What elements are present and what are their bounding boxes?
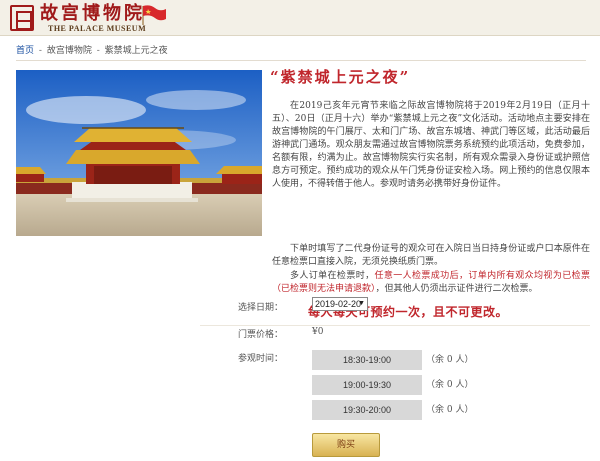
paragraph-text: ，但其他人仍须出示证件进行二次检票。: [375, 284, 538, 294]
flag-icon: [142, 5, 166, 25]
site-header: 故宫博物院 THE PALACE MUSEUM: [0, 0, 600, 36]
time-slot-remaining: （余 0 人）: [426, 380, 474, 390]
article-title: “紫禁城上元之夜”: [270, 68, 411, 86]
paragraph-text: 多人订单在检票时，: [290, 271, 375, 281]
date-label: 选择日期：: [238, 303, 284, 313]
date-select[interactable]: 2019-02-20 ▼: [312, 297, 368, 311]
time-slot: 18:30-19:00 （余 0 人）: [312, 350, 498, 370]
site-logo-subtitle: THE PALACE MUSEUM: [48, 24, 147, 33]
breadcrumb-separator: -: [96, 46, 100, 56]
price-value: ¥0: [312, 327, 324, 337]
breadcrumb-home-link[interactable]: 首页: [16, 46, 34, 56]
breadcrumb: 首页 - 故宫博物院 - 紫禁城上元之夜: [16, 45, 168, 57]
palace-logo-icon[interactable]: [10, 5, 34, 31]
article-paragraph: 在2019己亥年元宵节来临之际故宫博物院将于2019年2月19日（正月十五）、2…: [272, 101, 590, 189]
article-paragraph: 下单时填写了二代身份证号的观众可在入院日当日持身份证或户口本原件在任意检票口直接…: [272, 244, 590, 267]
breadcrumb-item-current: 紫禁城上元之夜: [104, 46, 168, 56]
time-slot-remaining: （余 0 人）: [426, 405, 474, 415]
site-logo-text[interactable]: 故宫博物院: [40, 4, 145, 24]
time-slot-remaining: （余 0 人）: [426, 355, 474, 365]
time-slot: 19:30-20:00 （余 0 人）: [312, 400, 498, 420]
palace-photo: [16, 70, 262, 236]
section-divider: [200, 325, 590, 326]
time-slot-button[interactable]: 19:30-20:00: [312, 400, 422, 420]
breadcrumb-item-museum[interactable]: 故宫博物院: [47, 46, 92, 56]
time-slot-button[interactable]: 19:00-19:30: [312, 375, 422, 395]
buy-button[interactable]: 购买: [312, 433, 380, 457]
time-slot-button[interactable]: 18:30-19:00: [312, 350, 422, 370]
article-paragraph-multi-order: 多人订单在检票时，任意一人检票成功后，订单内所有观众均视为已检票（已检票则无法申…: [272, 270, 590, 296]
chevron-down-icon: ▼: [358, 300, 365, 307]
breadcrumb-separator: -: [38, 46, 42, 56]
breadcrumb-divider: [16, 60, 586, 61]
time-slot: 19:00-19:30 （余 0 人）: [312, 375, 498, 395]
date-select-value: 2019-02-20: [315, 299, 362, 309]
time-label: 参观时间：: [238, 354, 284, 364]
price-label: 门票价格：: [238, 330, 284, 340]
